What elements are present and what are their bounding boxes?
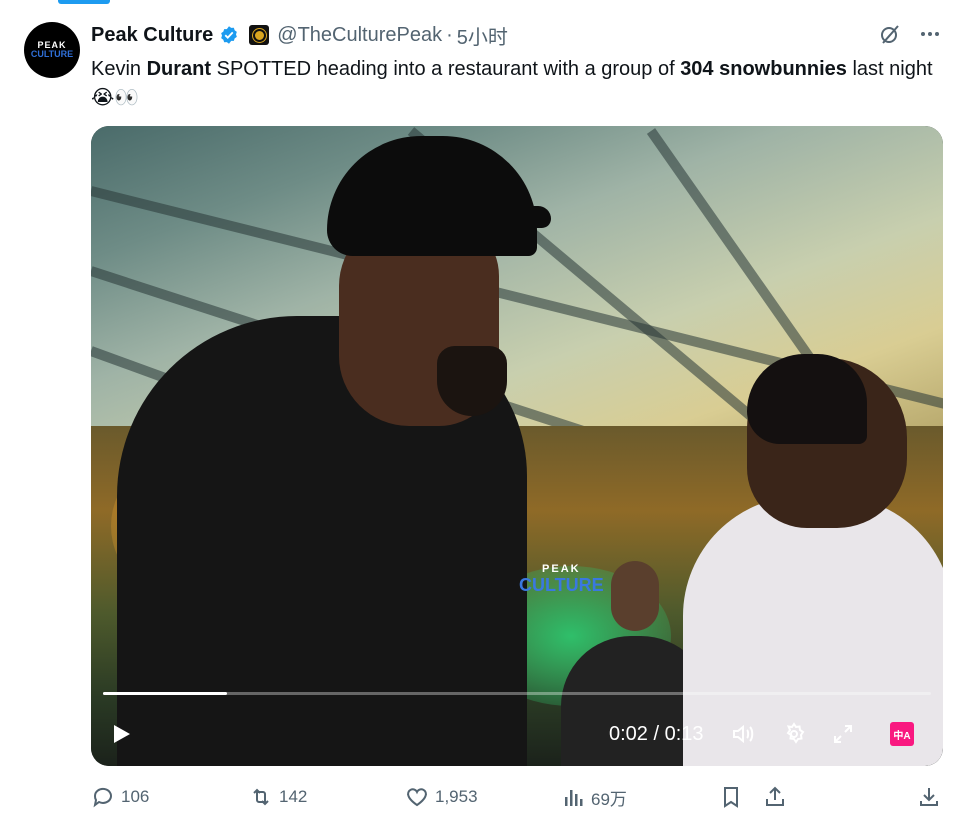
bold-text: 304 snowbunnies (680, 58, 847, 80)
video-watermark: PEAK CULTURE (519, 563, 604, 595)
share-icon (766, 786, 784, 806)
views-count: 69万 (591, 789, 627, 809)
tweet-text: Kevin Durant SPOTTED heading into a rest… (91, 58, 933, 109)
fullscreen-icon[interactable] (831, 722, 855, 746)
repost-icon (253, 788, 269, 806)
video-progress-fill (103, 692, 228, 695)
like-icon (407, 788, 427, 807)
author-handle[interactable]: @TheCulturePeak (277, 24, 442, 47)
views-button[interactable]: 69万 (563, 784, 627, 810)
translate-button[interactable]: 中A (890, 722, 914, 746)
author-name[interactable]: Peak Culture (91, 24, 213, 47)
affiliate-badge-icon[interactable] (249, 25, 270, 45)
emoji: 😭👀 (91, 87, 140, 109)
volume-icon[interactable] (731, 722, 755, 746)
bookmark-button[interactable] (719, 784, 743, 810)
reply-count: 106 (121, 787, 150, 806)
like-count: 1,953 (435, 787, 478, 806)
reply-button[interactable]: 106 (91, 784, 149, 810)
mention-text: Durant (146, 58, 212, 80)
avatar-logo: PEAK CULTURE (30, 40, 74, 59)
tweet-header: Peak Culture @TheCulturePeak · 5小时 (91, 21, 508, 50)
video-controls: 0:02 / 0:13 中A (91, 716, 943, 752)
like-button[interactable]: 1,953 (405, 784, 478, 810)
verified-badge-icon[interactable] (219, 25, 239, 45)
tweet-time[interactable]: 5小时 (457, 21, 508, 50)
settings-gear-icon[interactable] (782, 722, 806, 746)
repost-count: 142 (279, 787, 308, 806)
more-icon[interactable] (918, 22, 942, 51)
tweet-top-actions (878, 22, 942, 51)
header-separator: · (446, 23, 453, 46)
views-icon (565, 790, 583, 806)
avatar[interactable]: PEAK CULTURE (24, 22, 80, 78)
reply-icon (93, 787, 112, 808)
tab-indicator (58, 0, 110, 4)
grok-icon[interactable] (878, 22, 902, 51)
tweet-actions: 106 142 1,953 69万 (91, 784, 943, 810)
download-button[interactable] (917, 784, 941, 810)
play-button[interactable] (109, 722, 133, 746)
video-time-readout: 0:02 / 0:13 (609, 723, 704, 745)
share-button[interactable] (763, 784, 787, 810)
video-player[interactable]: PEAK CULTURE 0:02 / 0:13 中A (91, 126, 943, 766)
download-icon (920, 788, 938, 806)
video-progress-bar[interactable] (103, 692, 931, 695)
repost-button[interactable]: 142 (249, 784, 307, 810)
bookmark-icon (724, 787, 738, 808)
